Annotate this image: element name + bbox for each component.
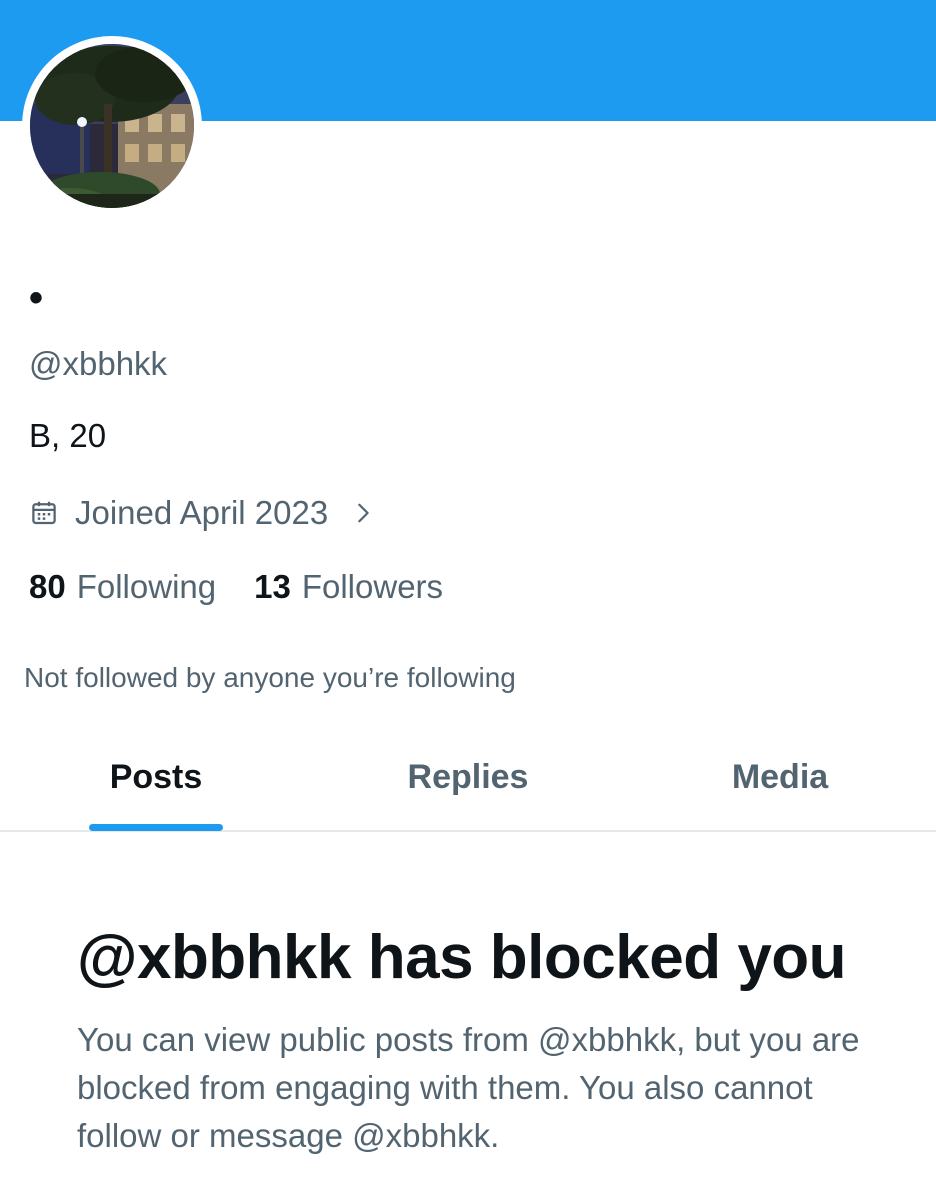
tab-media-label: Media: [731, 757, 829, 796]
calendar-icon: [32, 501, 56, 525]
active-tab-indicator: [89, 824, 223, 831]
mutual-followers-note: Not followed by anyone you’re following: [24, 662, 516, 693]
profile-page: • @xbbhkk B, 20 Joined April 2023 80 Fol…: [0, 0, 936, 1200]
followers-stat[interactable]: 13 Followers: [254, 568, 443, 606]
tab-posts[interactable]: Posts: [0, 730, 312, 831]
following-label: Following: [76, 568, 217, 605]
avatar-photo-image: [30, 44, 194, 208]
display-name: •: [29, 276, 44, 320]
tab-media[interactable]: Media: [624, 730, 936, 830]
avatar-photo: [30, 44, 194, 208]
blocked-title: @xbbhkk has blocked you: [77, 923, 847, 992]
profile-bio: B, 20: [29, 417, 107, 454]
chevron-right-icon: [358, 503, 369, 523]
avatar[interactable]: [22, 36, 202, 216]
tab-posts-label: Posts: [109, 757, 203, 796]
followers-count: 13: [254, 568, 291, 605]
tab-replies-label: Replies: [407, 757, 529, 796]
following-stat[interactable]: 80 Following: [29, 568, 216, 606]
profile-tabs: Posts Replies Media: [0, 730, 936, 832]
follow-stats: 80 Following 13 Followers: [29, 566, 481, 608]
blocked-message: You can view public posts from @xbbhkk, …: [77, 1021, 860, 1154]
joined-date-text: Joined April 2023: [75, 494, 329, 531]
joined-date-row[interactable]: Joined April 2023: [29, 492, 374, 534]
tab-replies[interactable]: Replies: [312, 730, 624, 830]
followers-label: Followers: [301, 568, 444, 605]
following-count: 80: [29, 568, 66, 605]
profile-handle: @xbbhkk: [29, 345, 168, 382]
